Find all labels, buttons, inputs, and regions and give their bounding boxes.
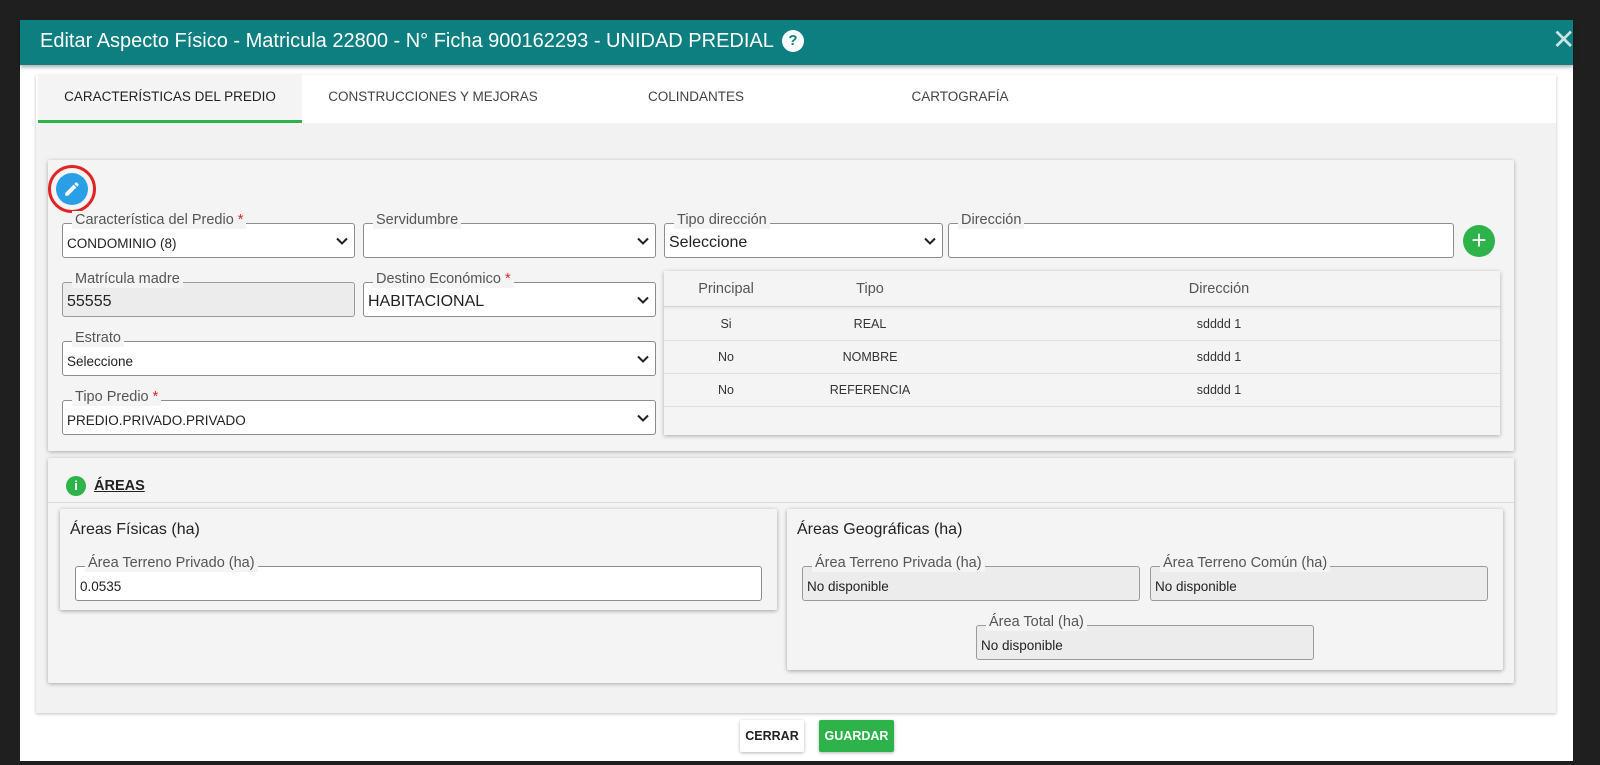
- tipo-predio-value: PREDIO.PRIVADO.PRIVADO: [67, 413, 246, 428]
- estrato-select[interactable]: Estrato Seleccione: [62, 329, 656, 376]
- close-icon[interactable]: ✕: [1552, 26, 1575, 54]
- areas-fisicas-panel: Áreas Físicas (ha) Área Terreno Privado …: [60, 509, 777, 610]
- areas-fisicas-title: Áreas Físicas (ha): [70, 521, 200, 538]
- cell-direccion: sdddd 1: [1196, 350, 1242, 364]
- help-icon[interactable]: ?: [782, 30, 804, 52]
- caracteristica-predio-value: CONDOMINIO (8): [67, 236, 177, 251]
- area-terreno-privado-label: Área Terreno Privado (ha): [85, 554, 258, 572]
- address-table: Principal Tipo Dirección Si REAL sdddd 1…: [664, 271, 1500, 435]
- area-total-value: No disponible: [981, 638, 1063, 653]
- area-terreno-privado-input[interactable]: Área Terreno Privado (ha) 0.0535: [75, 554, 762, 601]
- tipo-predio-select[interactable]: Tipo Predio * PREDIO.PRIVADO.PRIVADO: [62, 388, 656, 435]
- required-mark: *: [237, 212, 244, 228]
- caracteristica-predio-select[interactable]: Característica del Predio * CONDOMINIO (…: [62, 211, 355, 258]
- edit-button[interactable]: [56, 173, 88, 205]
- tipo-direccion-label: Tipo dirección: [674, 211, 770, 229]
- tipo-direccion-value: Seleccione: [669, 234, 748, 251]
- areas-geograficas-title: Áreas Geográficas (ha): [797, 521, 963, 538]
- destino-economico-label: Destino Económico: [376, 271, 501, 287]
- save-button[interactable]: GUARDAR: [819, 720, 894, 752]
- add-address-button[interactable]: +: [1463, 225, 1495, 257]
- tab-cartografia[interactable]: CARTOGRAFÍA: [828, 75, 1092, 123]
- estrato-label: Estrato: [72, 329, 124, 347]
- pencil-icon: [65, 182, 79, 196]
- cell-principal: No: [718, 383, 734, 397]
- cell-direccion: sdddd 1: [1196, 317, 1242, 331]
- chevron-down-icon: [637, 355, 649, 363]
- chevron-down-icon: [637, 237, 649, 245]
- area-terreno-privada-label: Área Terreno Privada (ha): [812, 554, 985, 572]
- matricula-madre-label: Matrícula madre: [72, 270, 183, 288]
- cell-tipo: REFERENCIA: [829, 383, 911, 397]
- column-header-tipo: Tipo: [856, 281, 884, 297]
- required-mark: *: [152, 389, 159, 405]
- areas-geograficas-panel: Áreas Geográficas (ha) Área Terreno Priv…: [787, 509, 1503, 670]
- estrato-value: Seleccione: [67, 354, 134, 369]
- matricula-madre-field: Matrícula madre 55555: [62, 270, 355, 317]
- chevron-down-icon: [637, 296, 649, 304]
- area-terreno-comun-value: No disponible: [1155, 579, 1237, 594]
- info-icon: i: [66, 476, 86, 496]
- table-row[interactable]: Si REAL sdddd 1: [664, 308, 1500, 341]
- caracteristica-predio-label: Característica del Predio: [75, 212, 234, 228]
- tipo-direccion-select[interactable]: Tipo dirección Seleccione: [664, 211, 943, 258]
- edit-physical-aspect-modal: Editar Aspecto Físico - Matricula 22800 …: [20, 20, 1575, 761]
- area-terreno-privado-value: 0.0535: [80, 579, 122, 594]
- table-header-divider: [664, 306, 1500, 307]
- modal-title: Editar Aspecto Físico - Matricula 22800 …: [40, 30, 774, 52]
- tab-colindantes[interactable]: COLINDANTES: [564, 75, 828, 123]
- destino-economico-select[interactable]: Destino Económico * HABITACIONAL: [363, 270, 656, 317]
- cell-tipo: REAL: [853, 317, 887, 331]
- destino-economico-value: HABITACIONAL: [368, 293, 485, 310]
- close-button[interactable]: CERRAR: [740, 720, 804, 752]
- areas-divider: [48, 502, 1514, 503]
- direccion-input[interactable]: Dirección: [948, 211, 1454, 258]
- column-header-direccion: Dirección: [1188, 281, 1250, 297]
- areas-title[interactable]: ÁREAS: [94, 478, 145, 494]
- servidumbre-select[interactable]: Servidumbre: [363, 211, 656, 258]
- chevron-down-icon: [336, 237, 348, 245]
- cell-principal: Si: [720, 317, 732, 331]
- servidumbre-label: Servidumbre: [373, 211, 462, 229]
- direccion-label: Dirección: [958, 211, 1025, 229]
- modal-content: CARACTERÍSTICAS DEL PREDIO CONSTRUCCIONE…: [36, 75, 1556, 713]
- tab-bar: CARACTERÍSTICAS DEL PREDIO CONSTRUCCIONE…: [36, 75, 1556, 123]
- area-total-field: Área Total (ha) No disponible: [976, 613, 1314, 660]
- area-terreno-privada-field: Área Terreno Privada (ha) No disponible: [802, 554, 1140, 601]
- table-row[interactable]: No NOMBRE sdddd 1: [664, 341, 1500, 374]
- matricula-madre-value: 55555: [67, 293, 112, 310]
- required-mark: *: [504, 271, 511, 287]
- modal-header: Editar Aspecto Físico - Matricula 22800 …: [20, 20, 1575, 65]
- edit-button-highlight: [48, 165, 96, 213]
- tipo-predio-label: Tipo Predio: [75, 389, 149, 405]
- table-row[interactable]: No REFERENCIA sdddd 1: [664, 374, 1500, 407]
- area-terreno-comun-field: Área Terreno Común (ha) No disponible: [1150, 554, 1488, 601]
- cell-direccion: sdddd 1: [1196, 383, 1242, 397]
- tab-construcciones[interactable]: CONSTRUCCIONES Y MEJORAS: [302, 75, 564, 123]
- area-terreno-comun-label: Área Terreno Común (ha): [1160, 554, 1331, 572]
- areas-panel: i ÁREAS Áreas Físicas (ha) Área Terreno …: [48, 458, 1514, 683]
- tab-caracteristicas[interactable]: CARACTERÍSTICAS DEL PREDIO: [38, 75, 302, 123]
- area-terreno-privada-value: No disponible: [807, 579, 889, 594]
- area-total-label: Área Total (ha): [986, 613, 1087, 631]
- column-header-principal: Principal: [698, 281, 754, 297]
- cell-tipo: NOMBRE: [842, 350, 898, 364]
- chevron-down-icon: [924, 237, 936, 245]
- chevron-down-icon: [637, 414, 649, 422]
- cell-principal: No: [718, 350, 734, 364]
